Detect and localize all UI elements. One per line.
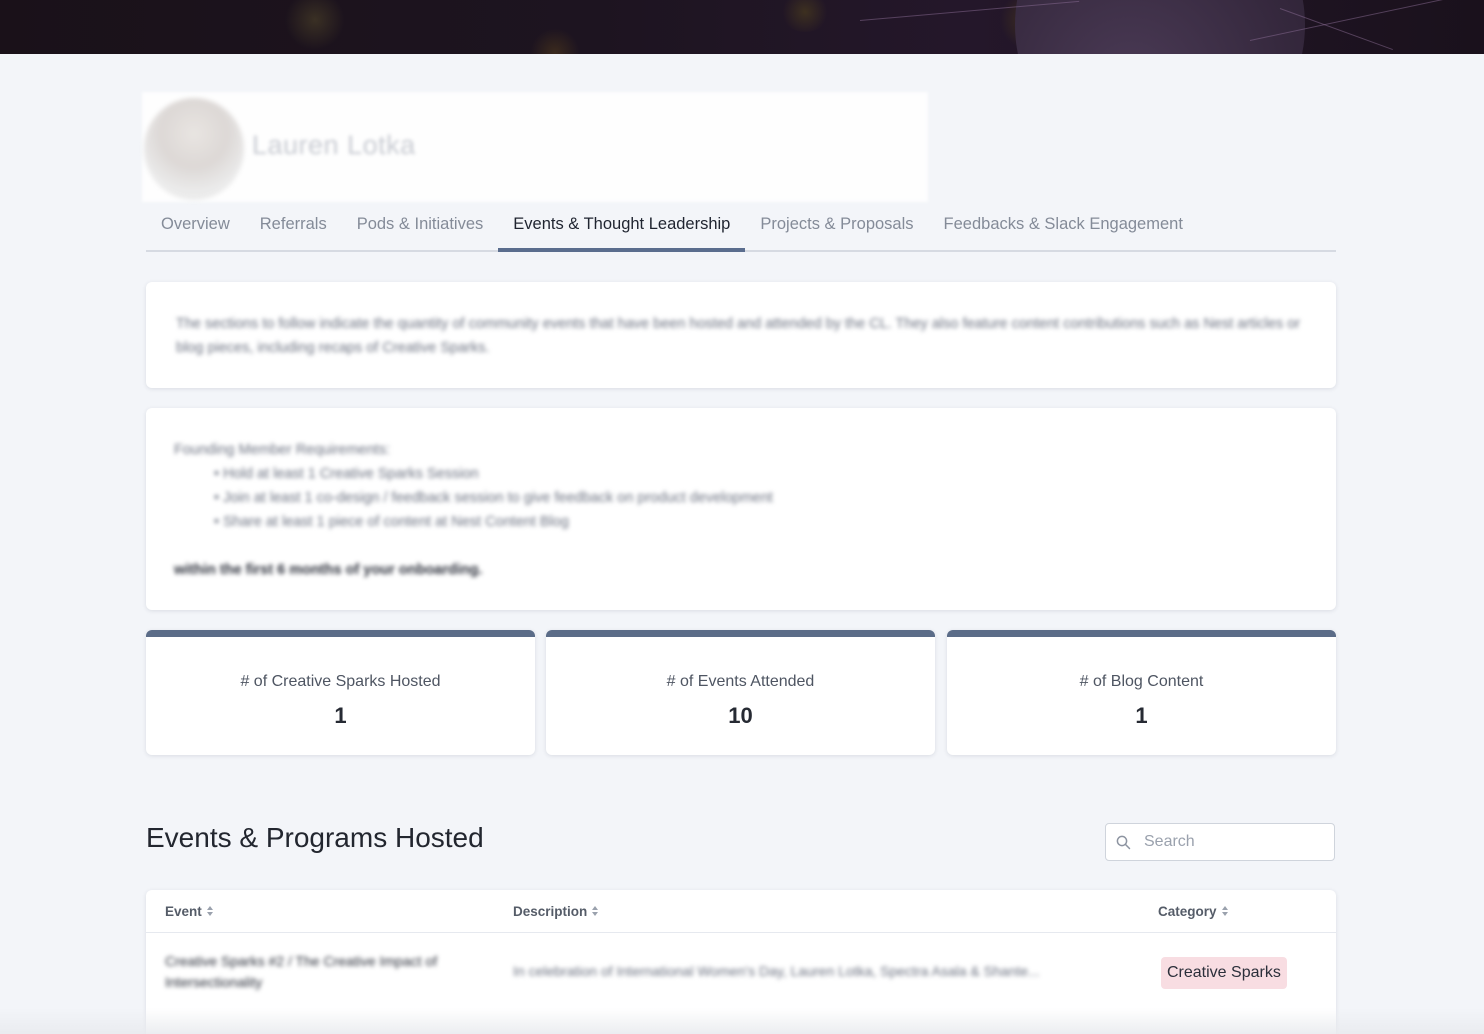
requirements-card: Founding Member Requirements: • Hold at …	[146, 408, 1336, 610]
header-banner	[0, 0, 1484, 54]
stat-label: # of Events Attended	[666, 673, 815, 690]
sort-icon[interactable]	[206, 905, 214, 920]
tab-bar: Overview Referrals Pods & Initiatives Ev…	[146, 204, 1336, 252]
stat-label: # of Creative Sparks Hosted	[240, 673, 441, 690]
requirement-item: • Share at least 1 piece of content at N…	[214, 514, 569, 530]
section-title: Events & Programs Hosted	[146, 822, 484, 853]
event-description: In celebration of International Women's …	[513, 963, 1040, 979]
stat-card-events-attended: # of Events Attended 10	[546, 630, 935, 755]
sort-icon[interactable]	[1221, 905, 1229, 920]
tab-feedbacks-slack[interactable]: Feedbacks & Slack Engagement	[929, 204, 1198, 252]
category-badge: Creative Sparks	[1161, 957, 1287, 989]
search-input[interactable]	[1144, 824, 1329, 860]
stat-label: # of Blog Content	[1079, 673, 1204, 690]
search-box[interactable]	[1105, 823, 1335, 861]
stat-value: 10	[728, 703, 753, 728]
tab-projects-proposals[interactable]: Projects & Proposals	[745, 204, 928, 252]
intro-text: The sections to follow indicate the quan…	[176, 316, 1301, 356]
stat-card-blog-content: # of Blog Content 1	[947, 630, 1336, 755]
requirement-item: • Hold at least 1 Creative Sparks Sessio…	[214, 466, 479, 482]
event-name[interactable]: Creative Sparks #2 / The Creative Impact…	[165, 951, 505, 993]
intro-card: The sections to follow indicate the quan…	[146, 282, 1336, 388]
requirements-list: • Hold at least 1 Creative Sparks Sessio…	[174, 462, 1308, 534]
requirements-heading: Founding Member Requirements:	[174, 442, 390, 458]
tab-events-thought-leadership[interactable]: Events & Thought Leadership	[498, 204, 746, 252]
tab-overview[interactable]: Overview	[146, 204, 245, 252]
profile-name: Lauren Lotka	[252, 130, 416, 160]
stat-value: 1	[1135, 703, 1148, 728]
column-header-event[interactable]: Event	[165, 904, 214, 920]
requirements-footer: within the first 6 months of your onboar…	[174, 562, 483, 578]
avatar	[144, 98, 244, 200]
search-icon	[1116, 835, 1131, 855]
tab-pods-initiatives[interactable]: Pods & Initiatives	[342, 204, 499, 252]
column-header-description[interactable]: Description	[513, 904, 599, 920]
sort-icon[interactable]	[591, 905, 599, 920]
requirement-item: • Join at least 1 co-design / feedback s…	[214, 490, 773, 506]
tab-referrals[interactable]: Referrals	[245, 204, 342, 252]
stat-value: 1	[334, 703, 347, 728]
column-header-category[interactable]: Category	[1158, 904, 1229, 920]
stat-card-creative-sparks: # of Creative Sparks Hosted 1	[146, 630, 535, 755]
